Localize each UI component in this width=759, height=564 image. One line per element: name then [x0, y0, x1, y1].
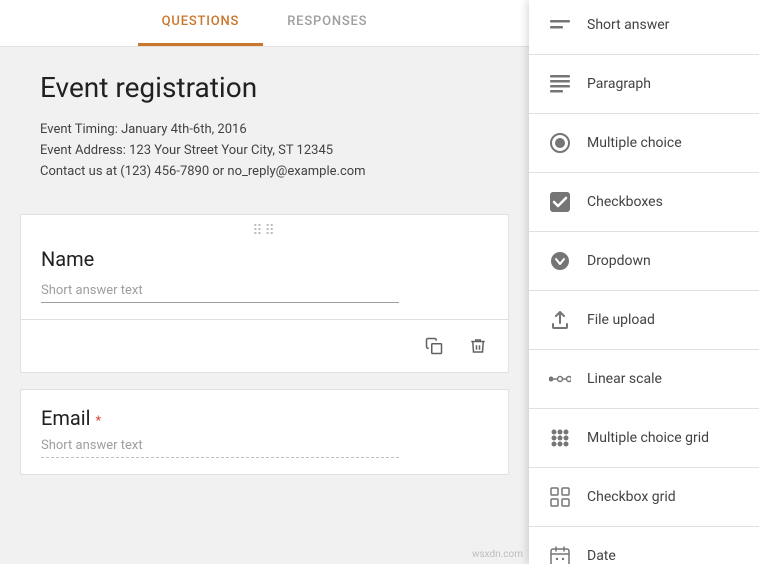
divider-5	[529, 290, 759, 291]
linear-scale-label: Linear scale	[587, 371, 662, 387]
dropdown-label: Dropdown	[587, 253, 651, 269]
tabs-bar: QUESTIONS RESPONSES	[0, 0, 529, 47]
dropdown-menu: Short answer Paragraph	[529, 0, 759, 564]
name-label: Name	[41, 247, 488, 271]
menu-item-file-upload[interactable]: File upload	[529, 295, 759, 345]
name-card: ⠿⠿ Name Short answer text	[20, 214, 509, 373]
file-upload-icon	[549, 309, 571, 331]
menu-item-multiple-choice[interactable]: Multiple choice	[529, 118, 759, 168]
paragraph-label: Paragraph	[587, 76, 651, 92]
card-content: Name Short answer text	[21, 243, 508, 319]
drag-handle[interactable]: ⠿⠿	[21, 215, 508, 243]
date-label: Date	[587, 548, 616, 564]
form-title: Event registration	[40, 71, 489, 104]
menu-item-dropdown[interactable]: Dropdown	[529, 236, 759, 286]
menu-item-checkbox-grid[interactable]: Checkbox grid	[529, 472, 759, 522]
multiple-choice-grid-icon	[549, 427, 571, 449]
card-actions	[21, 319, 508, 372]
description-line3: Contact us at (123) 456-7890 or no_reply…	[40, 162, 489, 183]
divider-8	[529, 467, 759, 468]
required-star: *	[95, 414, 101, 429]
description-line2: Event Address: 123 Your Street Your City…	[40, 141, 489, 162]
divider-1	[529, 54, 759, 55]
form-header: Event registration Event Timing: January…	[0, 47, 529, 198]
date-icon	[549, 545, 571, 564]
left-panel: QUESTIONS RESPONSES Event registration E…	[0, 0, 529, 564]
dropdown-icon	[549, 250, 571, 272]
short-answer-label: Short answer	[587, 17, 669, 33]
page-wrapper: QUESTIONS RESPONSES Event registration E…	[0, 0, 759, 564]
checkbox-grid-icon	[549, 486, 571, 508]
watermark: wsxdn.com	[472, 549, 523, 560]
form-description: Event Timing: January 4th-6th, 2016 Even…	[40, 120, 489, 182]
tab-questions[interactable]: QUESTIONS	[138, 0, 264, 46]
name-card-wrapper: ⠿⠿ Name Short answer text	[0, 214, 529, 373]
menu-item-linear-scale[interactable]: Linear scale	[529, 354, 759, 404]
email-card-wrapper: Email * Short answer text	[0, 389, 529, 475]
short-answer-icon	[549, 14, 571, 36]
multiple-choice-icon	[549, 132, 571, 154]
menu-item-multiple-choice-grid[interactable]: Multiple choice grid	[529, 413, 759, 463]
divider-2	[529, 113, 759, 114]
multiple-choice-grid-label: Multiple choice grid	[587, 430, 709, 446]
divider-4	[529, 231, 759, 232]
paragraph-icon	[549, 73, 571, 95]
email-placeholder: Short answer text	[41, 438, 143, 453]
divider-6	[529, 349, 759, 350]
description-line1: Event Timing: January 4th-6th, 2016	[40, 120, 489, 141]
divider-3	[529, 172, 759, 173]
tab-responses[interactable]: RESPONSES	[263, 0, 391, 46]
multiple-choice-label: Multiple choice	[587, 135, 682, 151]
checkboxes-icon	[549, 191, 571, 213]
linear-scale-icon	[549, 368, 571, 390]
checkboxes-label: Checkboxes	[587, 194, 663, 210]
menu-item-date[interactable]: Date	[529, 531, 759, 564]
duplicate-button[interactable]	[416, 328, 452, 364]
name-placeholder: Short answer text	[41, 283, 143, 298]
menu-item-checkboxes[interactable]: Checkboxes	[529, 177, 759, 227]
divider-9	[529, 526, 759, 527]
delete-button[interactable]	[460, 328, 496, 364]
divider-7	[529, 408, 759, 409]
menu-item-paragraph[interactable]: Paragraph	[529, 59, 759, 109]
email-card: Email * Short answer text	[20, 389, 509, 475]
menu-item-short-answer[interactable]: Short answer	[529, 0, 759, 50]
file-upload-label: File upload	[587, 312, 655, 328]
checkbox-grid-label: Checkbox grid	[587, 489, 676, 505]
email-label: Email *	[41, 406, 488, 430]
